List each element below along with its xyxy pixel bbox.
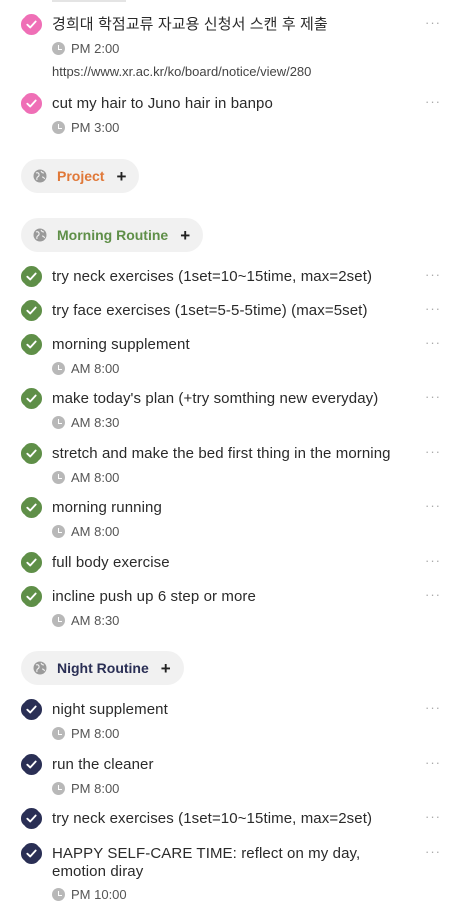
check-icon[interactable]: [21, 808, 42, 829]
check-icon[interactable]: [21, 14, 42, 35]
more-icon[interactable]: ···: [425, 15, 441, 30]
plus-icon[interactable]: +: [116, 168, 126, 185]
task-time: AM 8:30: [52, 415, 119, 430]
globe-icon: [33, 228, 47, 242]
group-label: Project: [57, 168, 105, 184]
globe-icon: [33, 661, 47, 675]
task-title[interactable]: 경희대 학점교류 자교용 신청서 스캔 후 제출: [52, 15, 328, 34]
group-night-routine[interactable]: Night Routine +: [21, 651, 184, 685]
group-label: Night Routine: [57, 660, 149, 676]
more-icon[interactable]: ···: [425, 335, 441, 350]
check-icon[interactable]: [21, 334, 42, 355]
more-icon[interactable]: ···: [425, 587, 441, 602]
more-icon[interactable]: ···: [425, 700, 441, 715]
plus-icon[interactable]: +: [180, 227, 190, 244]
globe-icon: [33, 169, 47, 183]
task-title[interactable]: HAPPY SELF-CARE TIME: reflect on my day,: [52, 844, 360, 863]
check-icon[interactable]: [21, 443, 42, 464]
check-icon[interactable]: [21, 93, 42, 114]
more-icon[interactable]: ···: [425, 809, 441, 824]
task-title[interactable]: night supplement: [52, 700, 168, 719]
more-icon[interactable]: ···: [425, 553, 441, 568]
check-icon[interactable]: [21, 754, 42, 775]
task-title[interactable]: try neck exercises (1set=10~15time, max=…: [52, 267, 372, 286]
check-icon[interactable]: [21, 843, 42, 864]
top-divider: [52, 0, 126, 2]
clock-icon: [52, 727, 65, 740]
clock-icon: [52, 416, 65, 429]
task-title[interactable]: morning supplement: [52, 335, 190, 354]
task-title[interactable]: run the cleaner: [52, 755, 154, 774]
more-icon[interactable]: ···: [425, 389, 441, 404]
task-time: PM 2:00: [52, 41, 119, 56]
clock-icon: [52, 782, 65, 795]
more-icon[interactable]: ···: [425, 301, 441, 316]
task-time: AM 8:30: [52, 613, 119, 628]
check-icon[interactable]: [21, 266, 42, 287]
check-icon[interactable]: [21, 586, 42, 607]
check-icon[interactable]: [21, 300, 42, 321]
group-label: Morning Routine: [57, 227, 169, 243]
task-time: PM 10:00: [52, 887, 127, 902]
more-icon[interactable]: ···: [425, 444, 441, 459]
check-icon[interactable]: [21, 388, 42, 409]
task-time: AM 8:00: [52, 361, 119, 376]
task-time: AM 8:00: [52, 470, 119, 485]
check-icon[interactable]: [21, 497, 42, 518]
task-link[interactable]: https://www.xr.ac.kr/ko/board/notice/vie…: [52, 64, 311, 79]
task-time: AM 8:00: [52, 524, 119, 539]
task-title[interactable]: try neck exercises (1set=10~15time, max=…: [52, 809, 372, 828]
plus-icon[interactable]: +: [161, 660, 171, 677]
group-project[interactable]: Project +: [21, 159, 140, 193]
clock-icon: [52, 525, 65, 538]
clock-icon: [52, 362, 65, 375]
clock-icon: [52, 614, 65, 627]
clock-icon: [52, 42, 65, 55]
task-title[interactable]: morning running: [52, 498, 162, 517]
task-title[interactable]: cut my hair to Juno hair in banpo: [52, 94, 273, 113]
clock-icon: [52, 888, 65, 901]
task-title[interactable]: stretch and make the bed first thing in …: [52, 444, 391, 463]
check-icon[interactable]: [21, 699, 42, 720]
task-time: PM 3:00: [52, 120, 119, 135]
task-title[interactable]: make today's plan (+try somthing new eve…: [52, 389, 378, 408]
more-icon[interactable]: ···: [425, 498, 441, 513]
task-time: PM 8:00: [52, 726, 119, 741]
task-title[interactable]: incline push up 6 step or more: [52, 587, 256, 606]
more-icon[interactable]: ···: [425, 755, 441, 770]
more-icon[interactable]: ···: [425, 267, 441, 282]
group-morning-routine[interactable]: Morning Routine +: [21, 218, 204, 252]
more-icon[interactable]: ···: [425, 94, 441, 109]
clock-icon: [52, 121, 65, 134]
check-icon[interactable]: [21, 552, 42, 573]
task-time: PM 8:00: [52, 781, 119, 796]
task-title-continued[interactable]: emotion diray: [52, 862, 143, 881]
clock-icon: [52, 471, 65, 484]
more-icon[interactable]: ···: [425, 844, 441, 859]
task-title[interactable]: full body exercise: [52, 553, 170, 572]
task-title[interactable]: try face exercises (1set=5-5-5time) (max…: [52, 301, 368, 320]
